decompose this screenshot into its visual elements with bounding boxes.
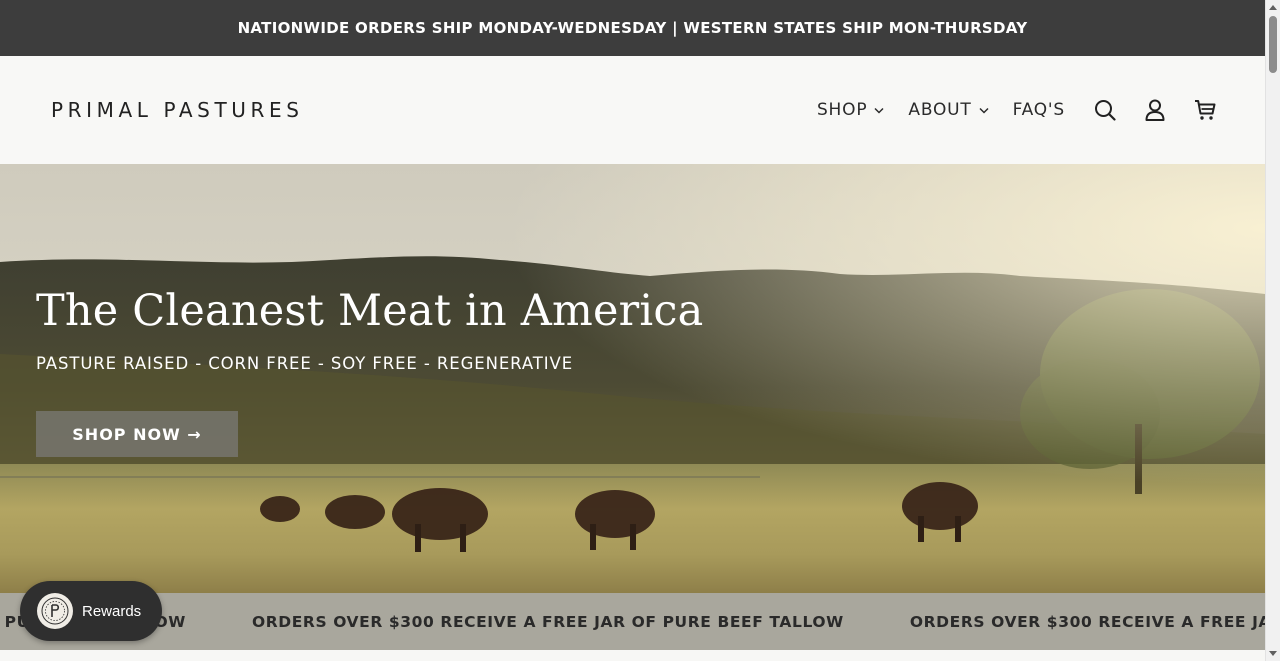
announcement-bar: NATIONWIDE ORDERS SHIP MONDAY-WEDNESDAY … (0, 0, 1265, 56)
site-logo[interactable]: PRIMAL PASTURES (51, 98, 304, 122)
hero-content: The Cleanest Meat in America PASTURE RAI… (36, 286, 703, 457)
nav-faq-label: FAQ'S (1012, 100, 1065, 120)
hero-title: The Cleanest Meat in America (36, 286, 704, 336)
hero-subtitle: PASTURE RAISED - CORN FREE - SOY FREE - … (36, 354, 574, 373)
scroll-down-arrow-icon[interactable] (1269, 651, 1277, 656)
main-nav: SHOP ABOUT FAQ'S (817, 98, 1217, 122)
search-icon[interactable] (1093, 98, 1117, 122)
nav-shop-label: SHOP (816, 100, 868, 120)
page: NATIONWIDE ORDERS SHIP MONDAY-WEDNESDAY … (0, 0, 1265, 661)
shop-now-button[interactable]: SHOP NOW → (36, 411, 238, 457)
rewards-launcher-button[interactable]: Rewards (20, 581, 162, 641)
marquee-item: ORDERS OVER $300 RECEIVE A FREE JAR OF P… (909, 612, 1265, 631)
promo-marquee: ORDERS OVER $300 RECEIVE A FREE JAR OF P… (0, 593, 1265, 650)
scroll-up-arrow-icon[interactable] (1269, 5, 1277, 10)
scrollbar-thumb[interactable] (1269, 16, 1277, 73)
nav-about-label: ABOUT (908, 100, 972, 120)
page-scrollbar[interactable] (1265, 0, 1280, 661)
announcement-text: NATIONWIDE ORDERS SHIP MONDAY-WEDNESDAY … (237, 19, 1028, 37)
chevron-down-icon (979, 107, 989, 114)
nav-item-about[interactable]: ABOUT (908, 100, 989, 120)
rewards-logo-icon (37, 593, 73, 629)
marquee-track: ORDERS OVER $300 RECEIVE A FREE JAR OF P… (0, 593, 1265, 650)
cart-icon[interactable] (1193, 98, 1217, 122)
rewards-label: Rewards (82, 602, 142, 620)
nav-item-shop[interactable]: SHOP (817, 100, 884, 120)
marquee-item: ORDERS OVER $300 RECEIVE A FREE JAR OF P… (251, 612, 844, 631)
site-header: PRIMAL PASTURES SHOP ABOUT FAQ'S (0, 56, 1265, 164)
account-icon[interactable] (1143, 98, 1167, 122)
hero-banner: The Cleanest Meat in America PASTURE RAI… (0, 164, 1265, 593)
chevron-down-icon (874, 107, 884, 114)
nav-item-faq[interactable]: FAQ'S (1013, 100, 1065, 120)
